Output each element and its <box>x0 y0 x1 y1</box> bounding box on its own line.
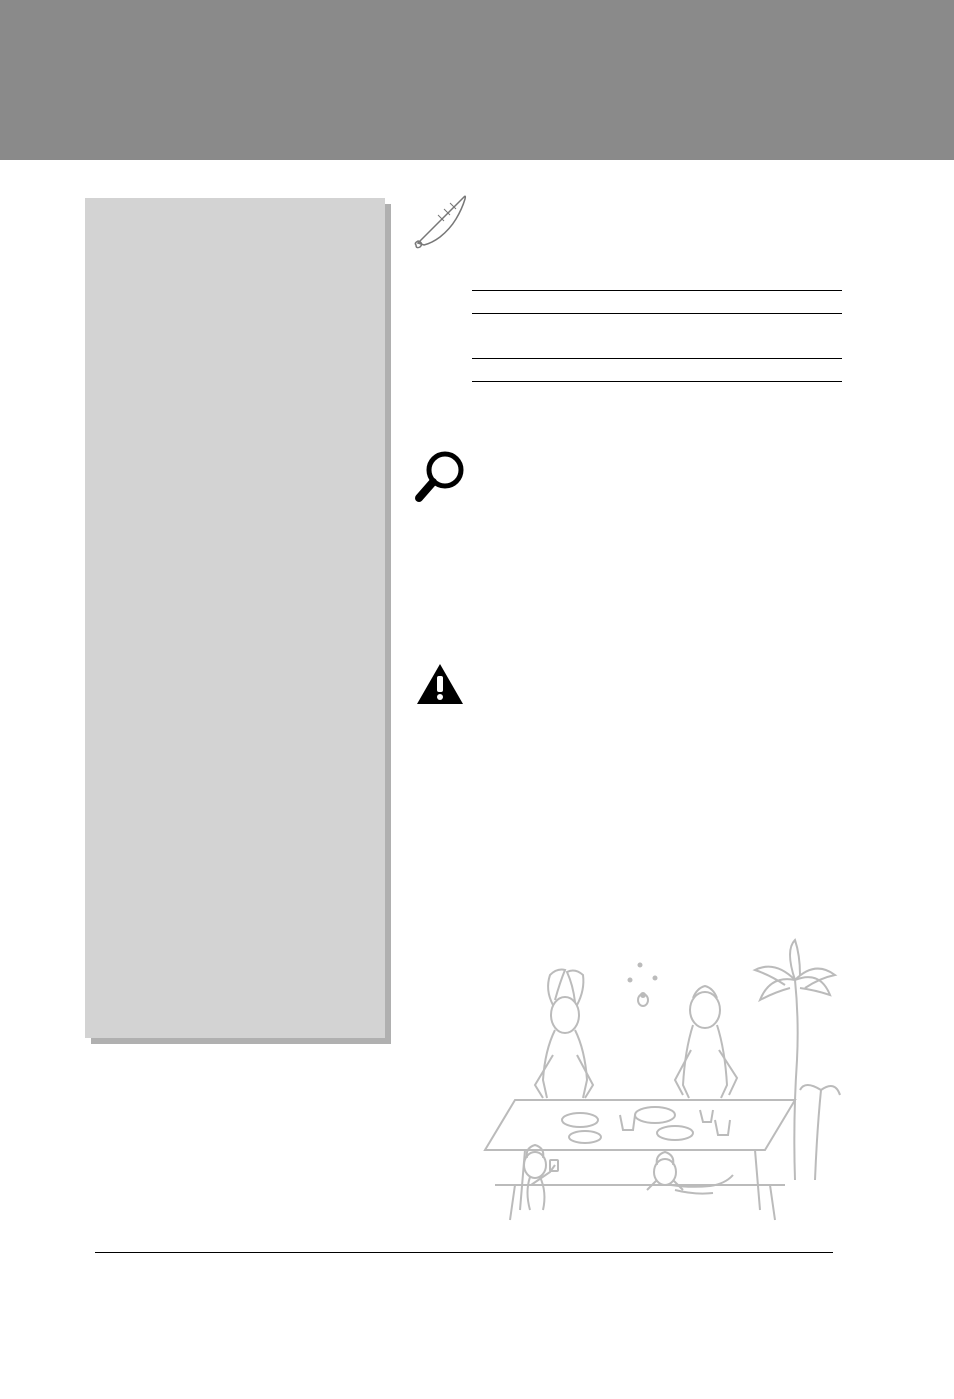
icon-column <box>405 195 475 712</box>
sidebar-box <box>85 198 385 1038</box>
magnifying-glass-icon <box>405 450 475 505</box>
blank-line <box>472 358 842 359</box>
writing-lines <box>472 290 842 404</box>
quill-pen-icon <box>405 195 475 250</box>
blank-line <box>472 290 842 291</box>
blank-line <box>472 381 842 382</box>
blank-line <box>472 313 842 314</box>
family-picnic-illustration <box>475 920 845 1230</box>
footer-rule <box>95 1252 833 1253</box>
header-band <box>0 0 954 160</box>
warning-triangle-icon <box>405 657 475 712</box>
